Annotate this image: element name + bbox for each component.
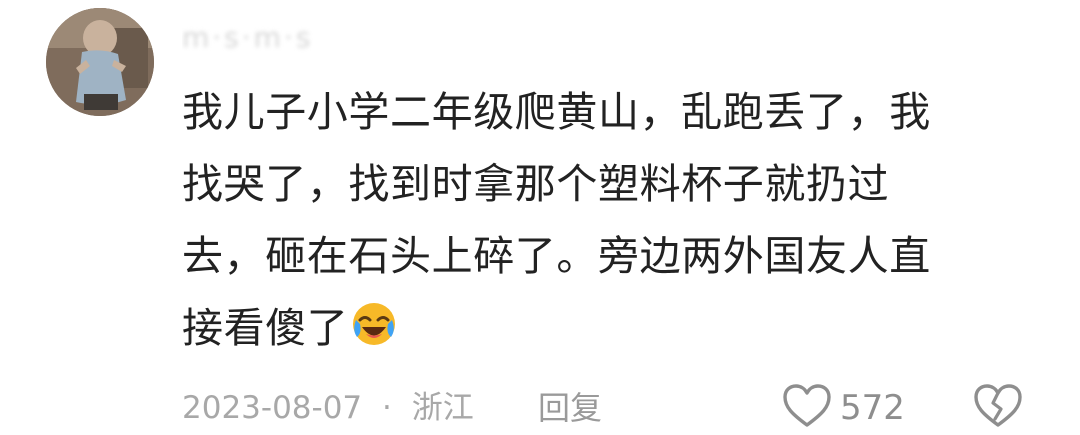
comment-line-2: 找哭了，找到时拿那个塑料杯子就扔过 bbox=[182, 160, 890, 208]
comment-line-4-wrap: 接看傻了 bbox=[182, 292, 1012, 364]
username-text: m·s·m·s bbox=[182, 21, 314, 54]
dislike-button[interactable] bbox=[970, 383, 1026, 433]
comment-line-4: 接看傻了 bbox=[182, 304, 349, 352]
comment-location: 浙江 bbox=[411, 390, 474, 426]
comment-meta: 2023-08-07 · 浙江 bbox=[182, 386, 474, 430]
broken-heart-icon bbox=[973, 383, 1023, 433]
laughing-crying-emoji-icon bbox=[350, 298, 398, 346]
avatar-photo bbox=[46, 8, 154, 116]
like-count: 572 bbox=[840, 388, 905, 428]
meta-separator: · bbox=[382, 390, 392, 426]
comment-line-3: 去，砸在石头上碎了。旁边两外国友人直 bbox=[182, 232, 931, 280]
reply-button[interactable]: 回复 bbox=[538, 386, 602, 430]
comment-card: m·s·m·s 我儿子小学二年级爬黄山，乱跑丢了，我 找哭了，找到时拿那个塑料杯… bbox=[0, 0, 1080, 435]
username[interactable]: m·s·m·s bbox=[182, 18, 313, 58]
comment-line-1: 我儿子小学二年级爬黄山，乱跑丢了，我 bbox=[182, 88, 931, 136]
heart-outline-icon bbox=[782, 383, 832, 433]
comment-date: 2023-08-07 bbox=[182, 390, 363, 426]
avatar[interactable] bbox=[46, 8, 154, 116]
comment-text: 我儿子小学二年级爬黄山，乱跑丢了，我 找哭了，找到时拿那个塑料杯子就扔过 去，砸… bbox=[182, 76, 1012, 364]
like-button[interactable]: 572 bbox=[782, 383, 905, 433]
